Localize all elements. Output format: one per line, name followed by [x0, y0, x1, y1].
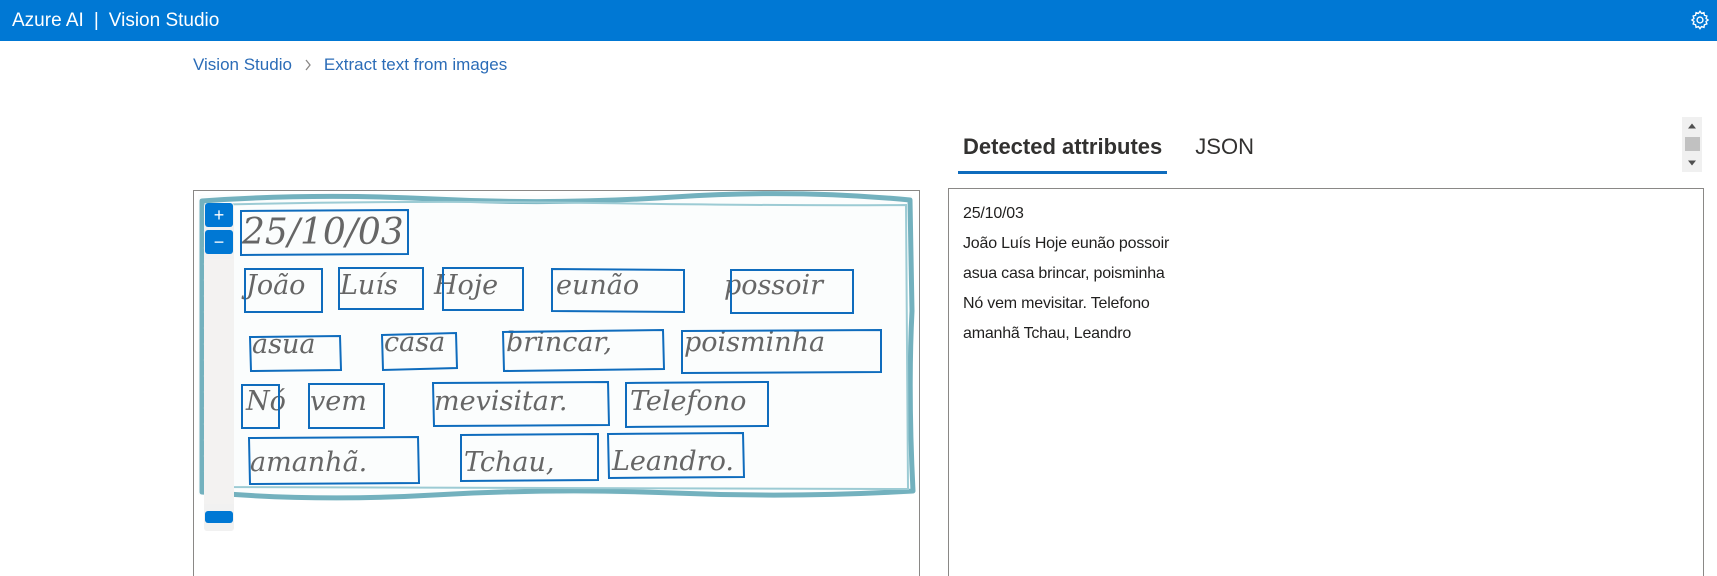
handwriting-word: vem — [310, 386, 367, 417]
scrollbar-thumb[interactable] — [1685, 137, 1700, 151]
handwritten-note-image: 25/10/03 João Luís Hoje eunão possoir as… — [198, 191, 916, 501]
chevron-right-icon — [304, 59, 312, 71]
handwriting-word: Leandro. — [611, 446, 734, 477]
handwriting-date: 25/10/03 — [241, 212, 404, 253]
app-title[interactable]: Azure AI | Vision Studio — [0, 10, 219, 32]
handwriting-word: Luís — [339, 270, 398, 301]
handwriting-word: João — [241, 270, 305, 301]
detected-text-panel: 25/10/03 João Luís Hoje eunão possoir as… — [948, 188, 1704, 576]
settings-button[interactable] — [1687, 7, 1713, 33]
zoom-slider-thumb[interactable] — [205, 511, 233, 523]
tab-detected-attributes[interactable]: Detected attributes — [958, 118, 1168, 174]
detected-text-line: 25/10/03 — [963, 205, 1024, 222]
detected-text-line: João Luís Hoje eunão possoir — [963, 235, 1170, 252]
top-bar: Azure AI | Vision Studio — [0, 0, 1717, 41]
handwriting-word: amanhã. — [250, 447, 367, 478]
brand-name: Azure AI — [12, 9, 84, 31]
zoom-out-button[interactable]: − — [205, 230, 233, 254]
brand-separator: | — [93, 9, 99, 31]
breadcrumb-item-vision-studio[interactable]: Vision Studio — [193, 55, 292, 75]
tabs-scrollbar[interactable] — [1682, 117, 1702, 172]
handwriting-word: mevisitar. — [434, 386, 567, 417]
handwriting-word: Tchau, — [464, 447, 555, 478]
tab-json[interactable]: JSON — [1190, 118, 1259, 174]
image-viewer[interactable]: 25/10/03 João Luís Hoje eunão possoir as… — [193, 190, 920, 576]
result-tabs: Detected attributes JSON — [958, 118, 1282, 174]
zoom-slider-track[interactable] — [204, 259, 234, 504]
scroll-down-icon[interactable] — [1682, 156, 1702, 170]
handwriting-word: casa — [384, 327, 445, 358]
detected-text-line: amanhã Tchau, Leandro — [963, 325, 1132, 342]
handwriting-word: asua — [252, 329, 315, 360]
breadcrumb: Vision Studio Extract text from images — [193, 55, 507, 75]
handwriting-word: possoir — [724, 270, 825, 301]
scroll-up-icon[interactable] — [1682, 119, 1702, 133]
product-name: Vision Studio — [108, 9, 220, 31]
handwriting-word: Telefono — [630, 386, 746, 417]
zoom-control: + − — [204, 203, 234, 531]
detected-text-line: asua casa brincar, poisminha — [963, 265, 1165, 282]
breadcrumb-item-extract-text[interactable]: Extract text from images — [324, 55, 507, 75]
handwriting-word: eunão — [556, 270, 639, 301]
gear-icon — [1690, 10, 1710, 30]
detected-text-line: Nó vem mevisitar. Telefono — [963, 295, 1150, 312]
zoom-in-button[interactable]: + — [205, 203, 233, 227]
